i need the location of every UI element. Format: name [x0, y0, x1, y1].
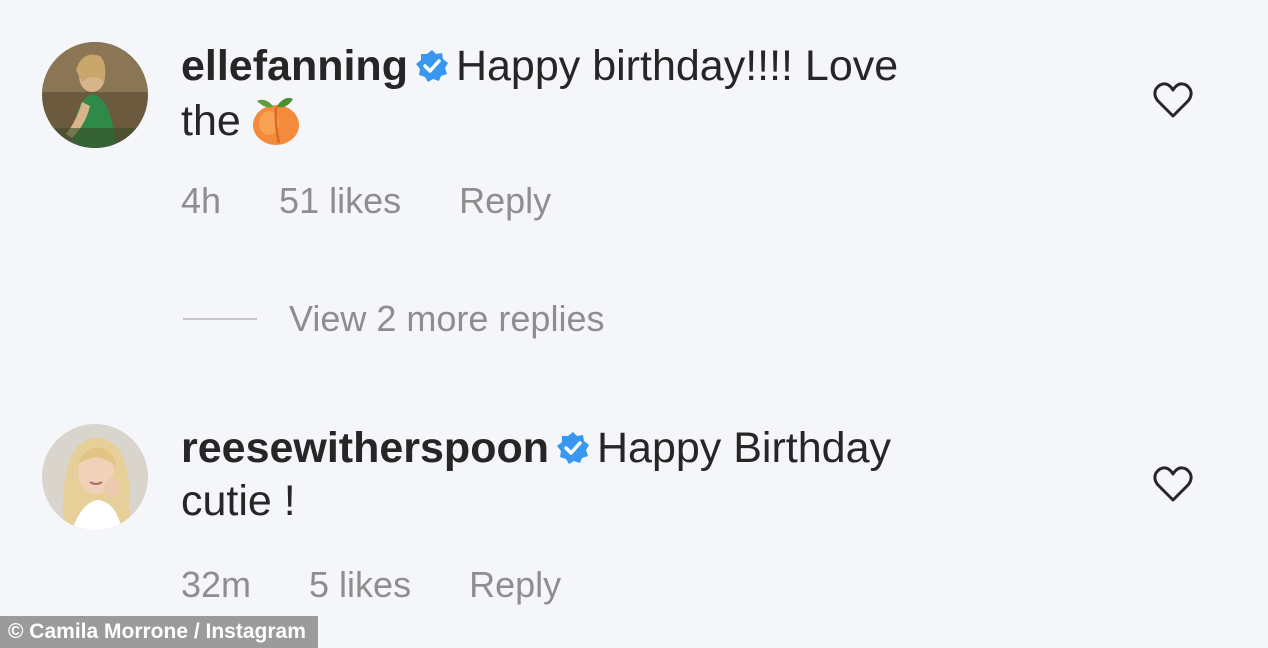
peach-emoji-icon	[249, 93, 303, 147]
reply-button[interactable]: Reply	[469, 564, 561, 606]
view-more-replies[interactable]: View 2 more replies	[183, 298, 604, 340]
username[interactable]: ellefanning	[181, 42, 408, 90]
comment-likes[interactable]: 51 likes	[279, 180, 401, 222]
reply-button[interactable]: Reply	[459, 180, 551, 222]
verified-badge-icon	[555, 430, 591, 466]
replies-divider	[183, 318, 257, 320]
avatar[interactable]	[42, 424, 148, 530]
verified-badge-icon	[414, 48, 450, 84]
avatar[interactable]	[42, 42, 148, 148]
comment-likes[interactable]: 5 likes	[309, 564, 411, 606]
comment-text-line2: cutie !	[181, 477, 296, 525]
view-more-replies-label[interactable]: View 2 more replies	[289, 298, 604, 340]
username[interactable]: reesewitherspoon	[181, 424, 549, 472]
comment-text: reesewitherspoon Happy Birthday cutie !	[181, 422, 1031, 528]
comment-meta: 4h 51 likes Reply	[181, 180, 551, 222]
comment-time: 4h	[181, 180, 222, 221]
like-heart-icon[interactable]	[1152, 80, 1194, 120]
like-heart-icon[interactable]	[1152, 464, 1194, 504]
comment-text: ellefanning Happy birthday!!!! Love the	[181, 40, 1031, 148]
comment-text-line2: the	[181, 97, 241, 145]
comment-text-line1: Happy birthday!!!! Love	[455, 42, 899, 90]
comment-text-line1: Happy Birthday	[597, 424, 891, 472]
photo-credit: © Camila Morrone / Instagram	[0, 616, 318, 648]
comment-meta: 32m 5 likes Reply	[181, 564, 561, 606]
comment-time: 32m	[181, 564, 252, 605]
